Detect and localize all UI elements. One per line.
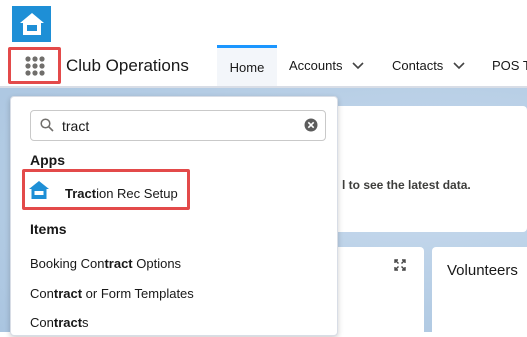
global-header [0,0,527,45]
clear-circle-icon[interactable] [304,118,318,132]
volunteers-card-title: Volunteers [447,262,518,279]
club-hub-app-icon [29,181,49,199]
app-result-label: Traction Rec Setup [65,186,178,201]
volunteers-card [432,247,527,337]
item-text-match: tract [104,256,133,271]
app-result-rest: ion Rec Setup [96,186,178,201]
logo-house-icon [19,13,44,35]
item-text-before: Booking Con [30,256,105,271]
apps-section-heading: Apps [30,152,65,168]
waffle-grid-icon [24,55,45,76]
tab-pos[interactable]: POS Te [492,45,527,86]
app-name: Club Operations [66,56,189,75]
item-text-after: s [82,315,89,330]
items-section-heading: Items [30,221,67,237]
tab-contacts-label: Contacts [392,58,444,73]
item-booking-contract-options[interactable]: Booking Contract Options [30,256,181,271]
tab-home-label: Home [229,59,265,75]
app-nav-bar: Club Operations Home Accounts Contacts P… [0,45,527,88]
tab-pos-label: POS Te [492,58,527,73]
item-text-match: tract [53,315,83,330]
item-text-before: Con [30,286,54,301]
chevron-down-icon[interactable] [453,61,465,70]
search-icon [40,118,54,132]
item-contract-or-form-templates[interactable]: Contract or Form Templates [30,286,194,301]
banner-message: l to see the latest data. [342,178,471,192]
expand-icon[interactable] [394,259,406,271]
club-hub-logo[interactable] [12,6,51,42]
item-text-match: tract [53,286,83,301]
item-contracts[interactable]: Contracts [30,315,89,330]
tab-contacts[interactable]: Contacts [392,45,465,86]
app-result-match: Tract [65,186,97,201]
app-launcher-search-input[interactable] [62,116,292,136]
chevron-down-icon[interactable] [352,61,365,70]
tab-accounts-label: Accounts [289,58,343,73]
tab-accounts[interactable]: Accounts [289,45,365,86]
item-text-after: or Form Templates [82,286,194,301]
item-text-before: Con [30,315,54,330]
item-text-after: Options [132,256,182,271]
app-launcher-button[interactable] [8,47,61,84]
tab-home[interactable]: Home [217,45,277,86]
